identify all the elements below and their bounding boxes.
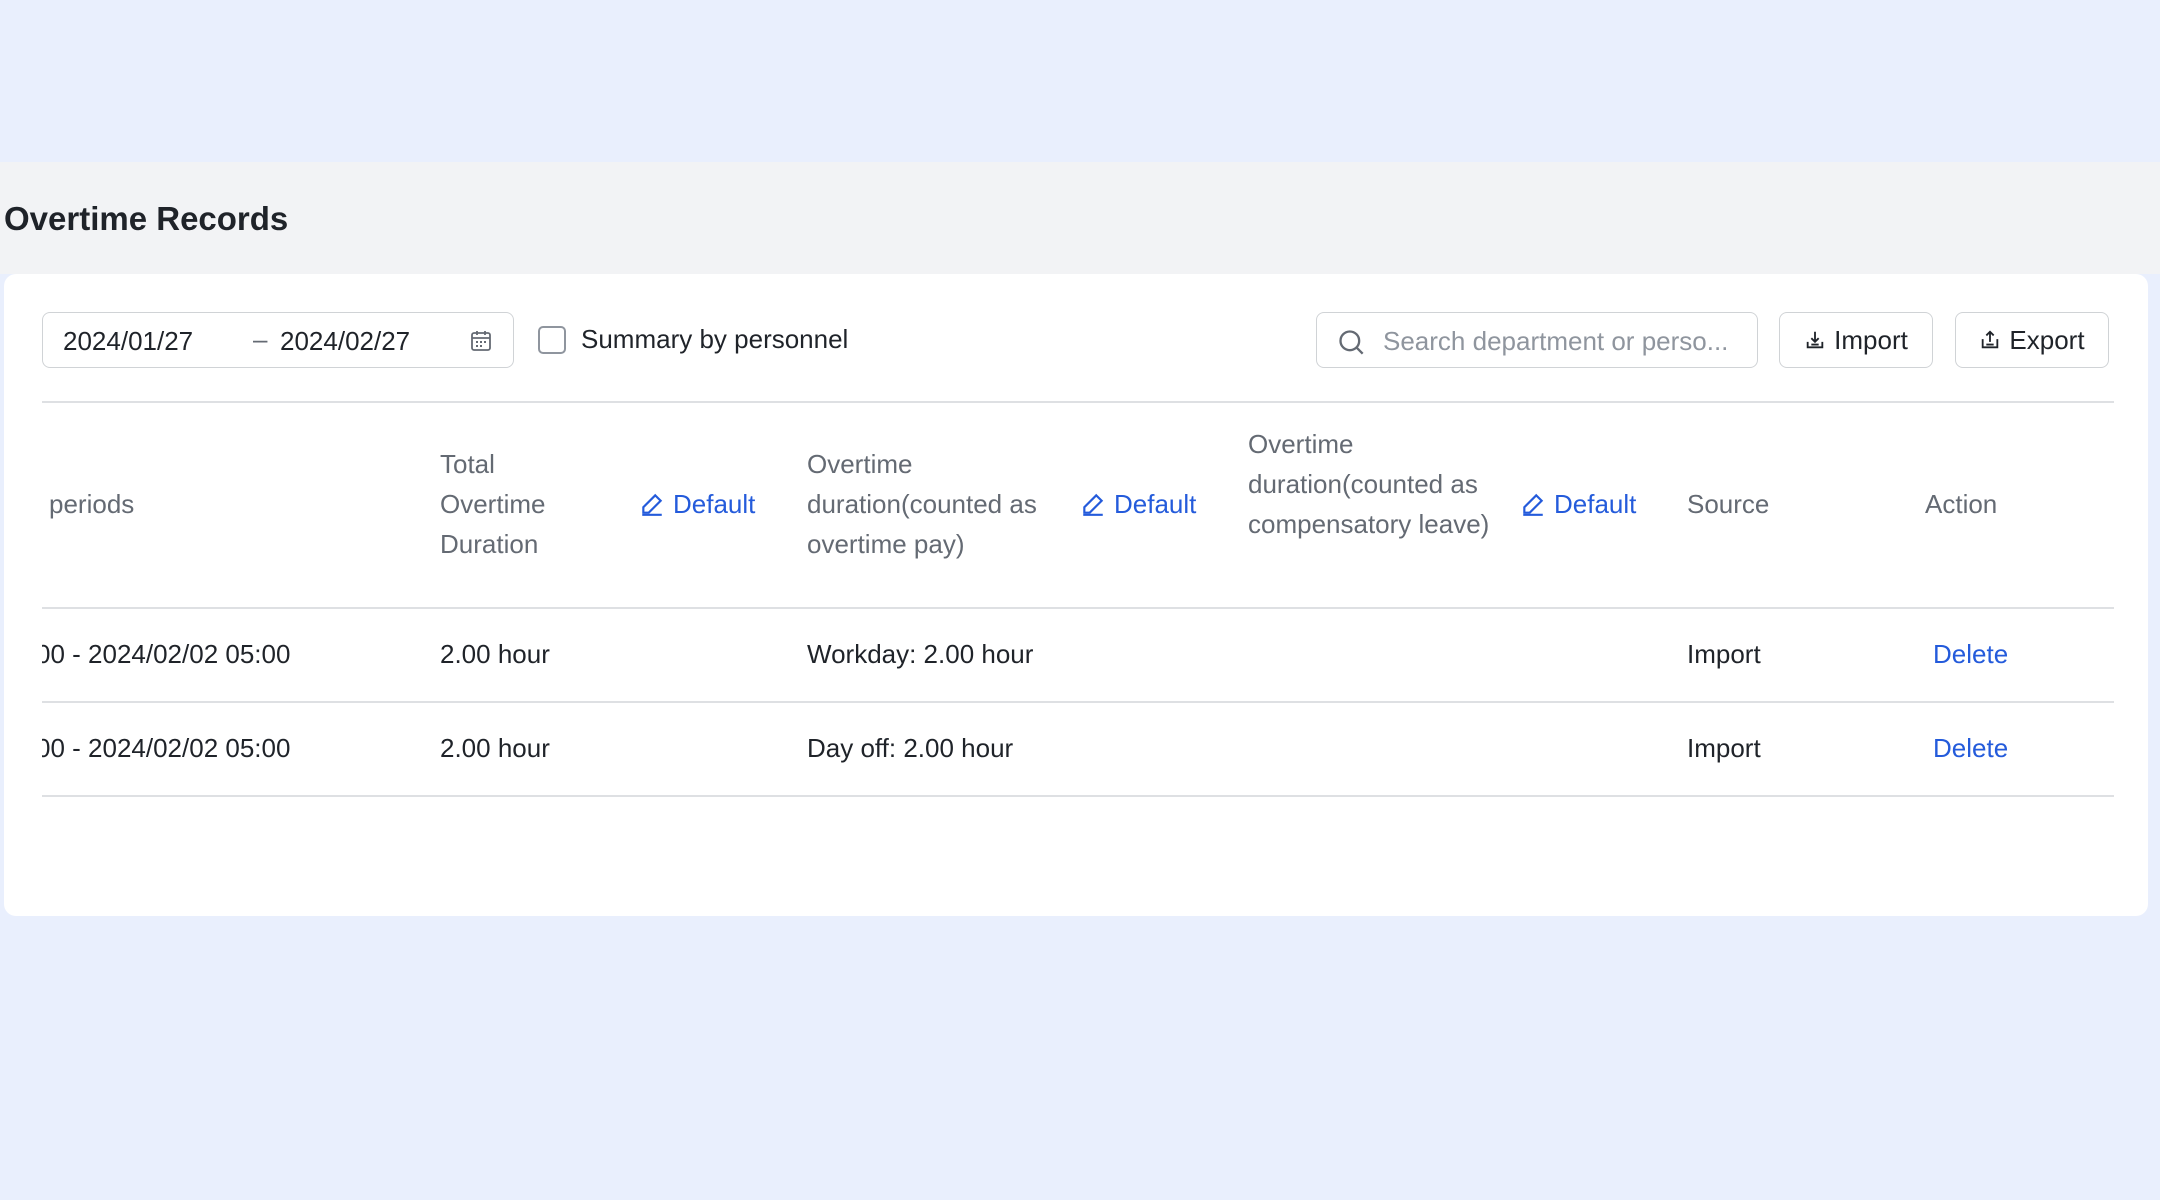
date-end[interactable]: 2024/02/27 [280, 326, 410, 357]
search-box[interactable] [1316, 312, 1758, 368]
table-row-pay: Day off: 2.00 hour [807, 733, 1014, 763]
table-row-period: 00 - 2024/02/02 05:00 [42, 733, 291, 763]
default-link-label: Default [1554, 489, 1637, 519]
column-header-overtime-pay: Overtime duration(counted as overtime pa… [807, 449, 1037, 559]
page-title: Overtime Records [4, 200, 289, 237]
column-header-action: Action [1925, 489, 1998, 519]
row-divider [42, 795, 2114, 797]
import-button-label: Import [1834, 324, 1908, 355]
default-link-label: Default [1114, 489, 1197, 519]
header-divider [42, 607, 2114, 609]
column-header-periods: periods [49, 489, 135, 519]
default-edit-link-pay[interactable]: Default [1080, 484, 1196, 524]
calendar-icon[interactable] [469, 329, 493, 353]
summary-by-personnel-label[interactable]: Summary by personnel [581, 324, 848, 355]
edit-icon [1083, 493, 1104, 516]
search-input[interactable] [1381, 321, 1745, 361]
table-row-period: 00 - 2024/02/02 05:00 [42, 639, 291, 669]
export-button-label: Export [2009, 324, 2085, 355]
delete-link[interactable]: Delete [1933, 634, 2008, 674]
edit-icon [1523, 493, 1544, 516]
default-edit-link-total[interactable]: Default [639, 484, 755, 524]
default-edit-link-leave[interactable]: Default [1520, 484, 1636, 524]
table-row-pay: Workday: 2.00 hour [807, 639, 1034, 669]
row-divider [42, 701, 2114, 703]
search-icon [1339, 330, 1364, 355]
date-range-picker[interactable]: 2024/01/27 – 2024/02/27 [42, 312, 514, 368]
summary-by-personnel-checkbox[interactable] [538, 326, 566, 354]
edit-icon [642, 493, 663, 516]
table-row-total: 2.00 hour [440, 733, 550, 763]
delete-link[interactable]: Delete [1933, 728, 2008, 768]
import-button[interactable]: Import [1779, 312, 1933, 368]
column-header-compensatory-leave: Overtime duration(counted as compensator… [1248, 429, 1490, 539]
table-row-total: 2.00 hour [440, 639, 550, 669]
page-header-area [0, 162, 2160, 274]
date-separator: – [253, 324, 268, 354]
column-header-source: Source [1687, 489, 1770, 519]
table-row-source: Import [1687, 733, 1761, 763]
date-start[interactable]: 2024/01/27 [63, 326, 193, 357]
default-link-label: Default [673, 489, 756, 519]
column-header-total-duration: Total Overtime Duration [440, 449, 546, 559]
records-card: 2024/01/27 – 2024/02/27 Summary by perso… [4, 274, 2148, 916]
table-row-source: Import [1687, 639, 1761, 669]
export-icon [1982, 330, 1999, 349]
toolbar-divider [42, 401, 2114, 403]
export-button[interactable]: Export [1955, 312, 2109, 368]
import-icon [1806, 331, 1824, 349]
